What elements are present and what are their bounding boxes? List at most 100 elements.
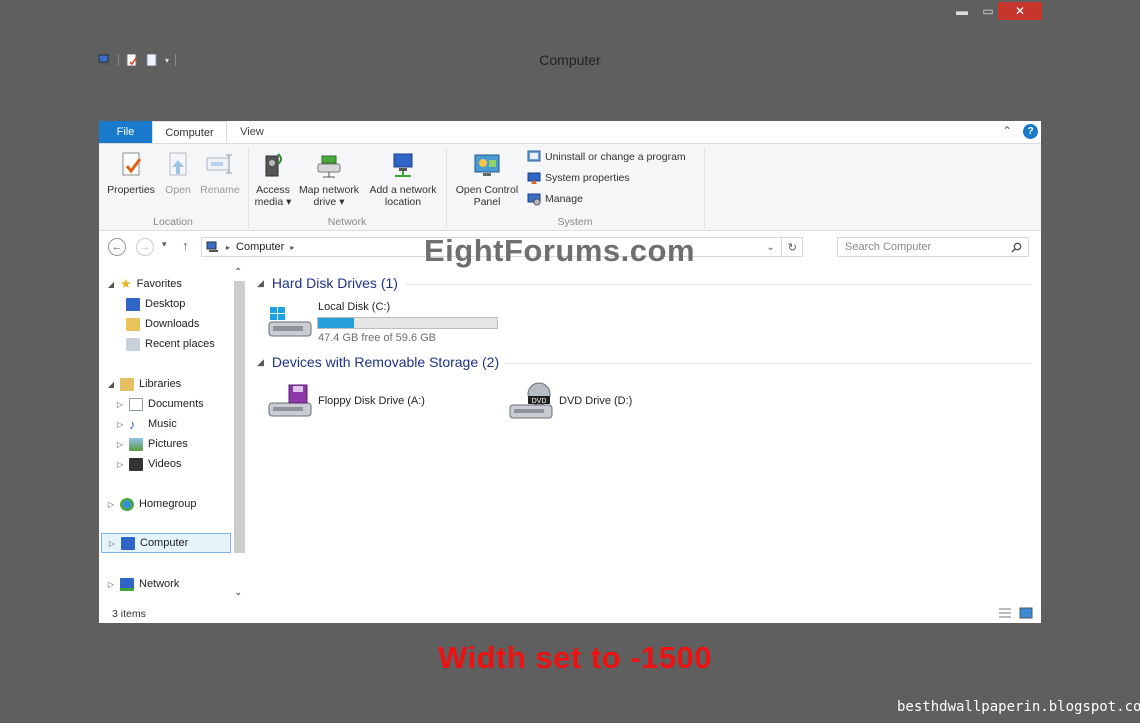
address-separator: [780, 238, 782, 256]
scroll-down-icon[interactable]: ⌄: [234, 587, 242, 598]
breadcrumb-separator-icon: ▸: [226, 242, 231, 252]
map-network-drive-icon: [317, 155, 341, 178]
maximize-button[interactable]: ▭: [978, 2, 998, 20]
properties-button[interactable]: Properties: [105, 150, 157, 196]
local-disk-free-space: 47.4 GB free of 59.6 GB: [318, 332, 437, 344]
tree-videos[interactable]: ▷ Videos: [116, 455, 181, 473]
open-icon: [169, 152, 187, 176]
details-view-icon[interactable]: [998, 607, 1012, 619]
dvd-badge: DVD: [532, 398, 547, 405]
back-button[interactable]: ←: [108, 238, 126, 256]
tree-downloads[interactable]: Downloads: [126, 315, 199, 333]
breadcrumb-separator-icon: ▸: [290, 242, 295, 252]
refresh-icon[interactable]: ↻: [788, 241, 802, 254]
floppy-drive-item[interactable]: Floppy Disk Drive (A:): [267, 383, 425, 419]
collapse-ribbon-icon[interactable]: ⌃: [1002, 124, 1012, 138]
tree-desktop[interactable]: Desktop: [126, 295, 185, 313]
libraries-icon: [120, 377, 134, 391]
help-icon[interactable]: ?: [1023, 124, 1038, 139]
open-label: Open: [165, 184, 191, 196]
watermark: EightForums.com: [424, 233, 696, 268]
system-properties-button[interactable]: System properties: [527, 169, 630, 187]
search-placeholder: Search Computer: [845, 241, 932, 253]
tree-label: Documents: [148, 398, 204, 410]
manage-label: Manage: [545, 193, 583, 205]
breadcrumb-computer[interactable]: Computer: [236, 241, 284, 253]
arrow-right-icon: →: [139, 241, 151, 253]
ribbon-separator: [704, 148, 705, 228]
rename-button[interactable]: Rename: [199, 150, 241, 196]
group-label-system: System: [557, 216, 593, 228]
computer-icon: [121, 536, 135, 550]
local-disk-item[interactable]: [267, 304, 313, 343]
section-removable-storage[interactable]: ◢ Devices with Removable Storage (2): [257, 354, 499, 370]
tree-libraries[interactable]: ◢ Libraries: [107, 375, 181, 393]
add-network-location-label-1: Add a network: [369, 184, 437, 196]
nav-scrollbar[interactable]: ⌃ ⌄: [233, 267, 246, 598]
section-divider: [405, 284, 1031, 285]
expanded-arrow-icon: ◢: [107, 379, 115, 389]
tree-label: Libraries: [139, 378, 182, 390]
dvd-drive-icon: DVD: [509, 382, 553, 419]
collapsed-arrow-icon: ▷: [107, 499, 115, 509]
uninstall-program-button[interactable]: Uninstall or change a program: [527, 148, 686, 166]
large-icons-view-icon[interactable]: [1019, 607, 1033, 619]
tree-music[interactable]: ▷ ♪ Music: [116, 415, 177, 433]
videos-icon: [129, 457, 143, 471]
recent-locations-icon[interactable]: ▾: [162, 239, 167, 250]
section-divider: [505, 363, 1031, 364]
tree-pictures[interactable]: ▷ Pictures: [116, 435, 188, 453]
tab-view[interactable]: View: [227, 121, 277, 143]
tree-documents[interactable]: ▷ Documents: [116, 395, 204, 413]
minimize-button[interactable]: ▬: [952, 2, 972, 20]
open-control-panel-button[interactable]: Open Control Panel: [451, 150, 523, 208]
properties-label: Properties: [107, 184, 155, 196]
tree-favorites[interactable]: ◢ ★ Favorites: [107, 275, 182, 293]
arrow-left-icon: ←: [111, 241, 123, 253]
ribbon-separator: [446, 148, 447, 228]
collapsed-arrow-icon: ▷: [108, 538, 116, 548]
tree-label: Computer: [140, 537, 189, 549]
manage-button[interactable]: Manage: [527, 190, 583, 208]
tree-label: Videos: [148, 458, 182, 470]
dvd-drive-item[interactable]: DVD DVD Drive (D:): [508, 381, 632, 421]
navigation-pane: ◢ ★ Favorites Desktop Downloads Recent p…: [99, 267, 246, 600]
tab-computer[interactable]: Computer: [152, 121, 227, 143]
section-title: Devices with Removable Storage (2): [271, 354, 500, 370]
address-dropdown-icon[interactable]: ⌄: [766, 242, 774, 253]
access-media-label-1: Access: [256, 184, 290, 196]
tree-recent-places[interactable]: Recent places: [126, 335, 215, 353]
tree-label: Desktop: [145, 298, 186, 310]
scrollbar-thumb[interactable]: [234, 281, 245, 553]
close-button[interactable]: ✕: [998, 2, 1042, 20]
system-properties-label: System properties: [545, 172, 630, 184]
window-title: Computer: [539, 52, 601, 68]
uninstall-icon: [527, 150, 541, 162]
music-icon: ♪: [129, 416, 136, 432]
search-input[interactable]: Search Computer: [837, 237, 1029, 257]
tree-label: Pictures: [148, 438, 188, 450]
forward-button[interactable]: →: [136, 238, 154, 256]
disk-usage-bar: [317, 317, 498, 329]
open-button[interactable]: Open: [159, 150, 197, 196]
access-media-button[interactable]: Access media ▾: [252, 150, 294, 208]
status-item-count: 3 items: [112, 608, 146, 620]
section-hard-disk-drives[interactable]: ◢ Hard Disk Drives (1): [257, 275, 398, 291]
add-network-location-button[interactable]: Add a network location: [365, 150, 441, 208]
tree-network[interactable]: ▷ Network: [107, 575, 179, 593]
add-network-location-icon: [393, 153, 413, 177]
scroll-up-icon[interactable]: ⌃: [234, 267, 242, 278]
collapsed-arrow-icon: ▷: [116, 419, 124, 429]
tree-homegroup[interactable]: ▷ Homegroup: [107, 495, 196, 513]
access-media-icon: [265, 153, 282, 177]
map-network-drive-button[interactable]: Map network drive ▾: [295, 150, 363, 208]
pictures-icon: [129, 437, 143, 451]
expanded-arrow-icon: ◢: [107, 279, 115, 289]
up-arrow-icon[interactable]: ↑: [182, 238, 189, 253]
local-disk-name[interactable]: Local Disk (C:): [318, 301, 390, 313]
tab-file[interactable]: File: [99, 121, 152, 143]
homegroup-icon: [120, 497, 134, 511]
properties-icon: [122, 152, 142, 176]
tree-computer[interactable]: ▷ Computer: [101, 533, 231, 553]
tree-label: Homegroup: [139, 498, 197, 510]
